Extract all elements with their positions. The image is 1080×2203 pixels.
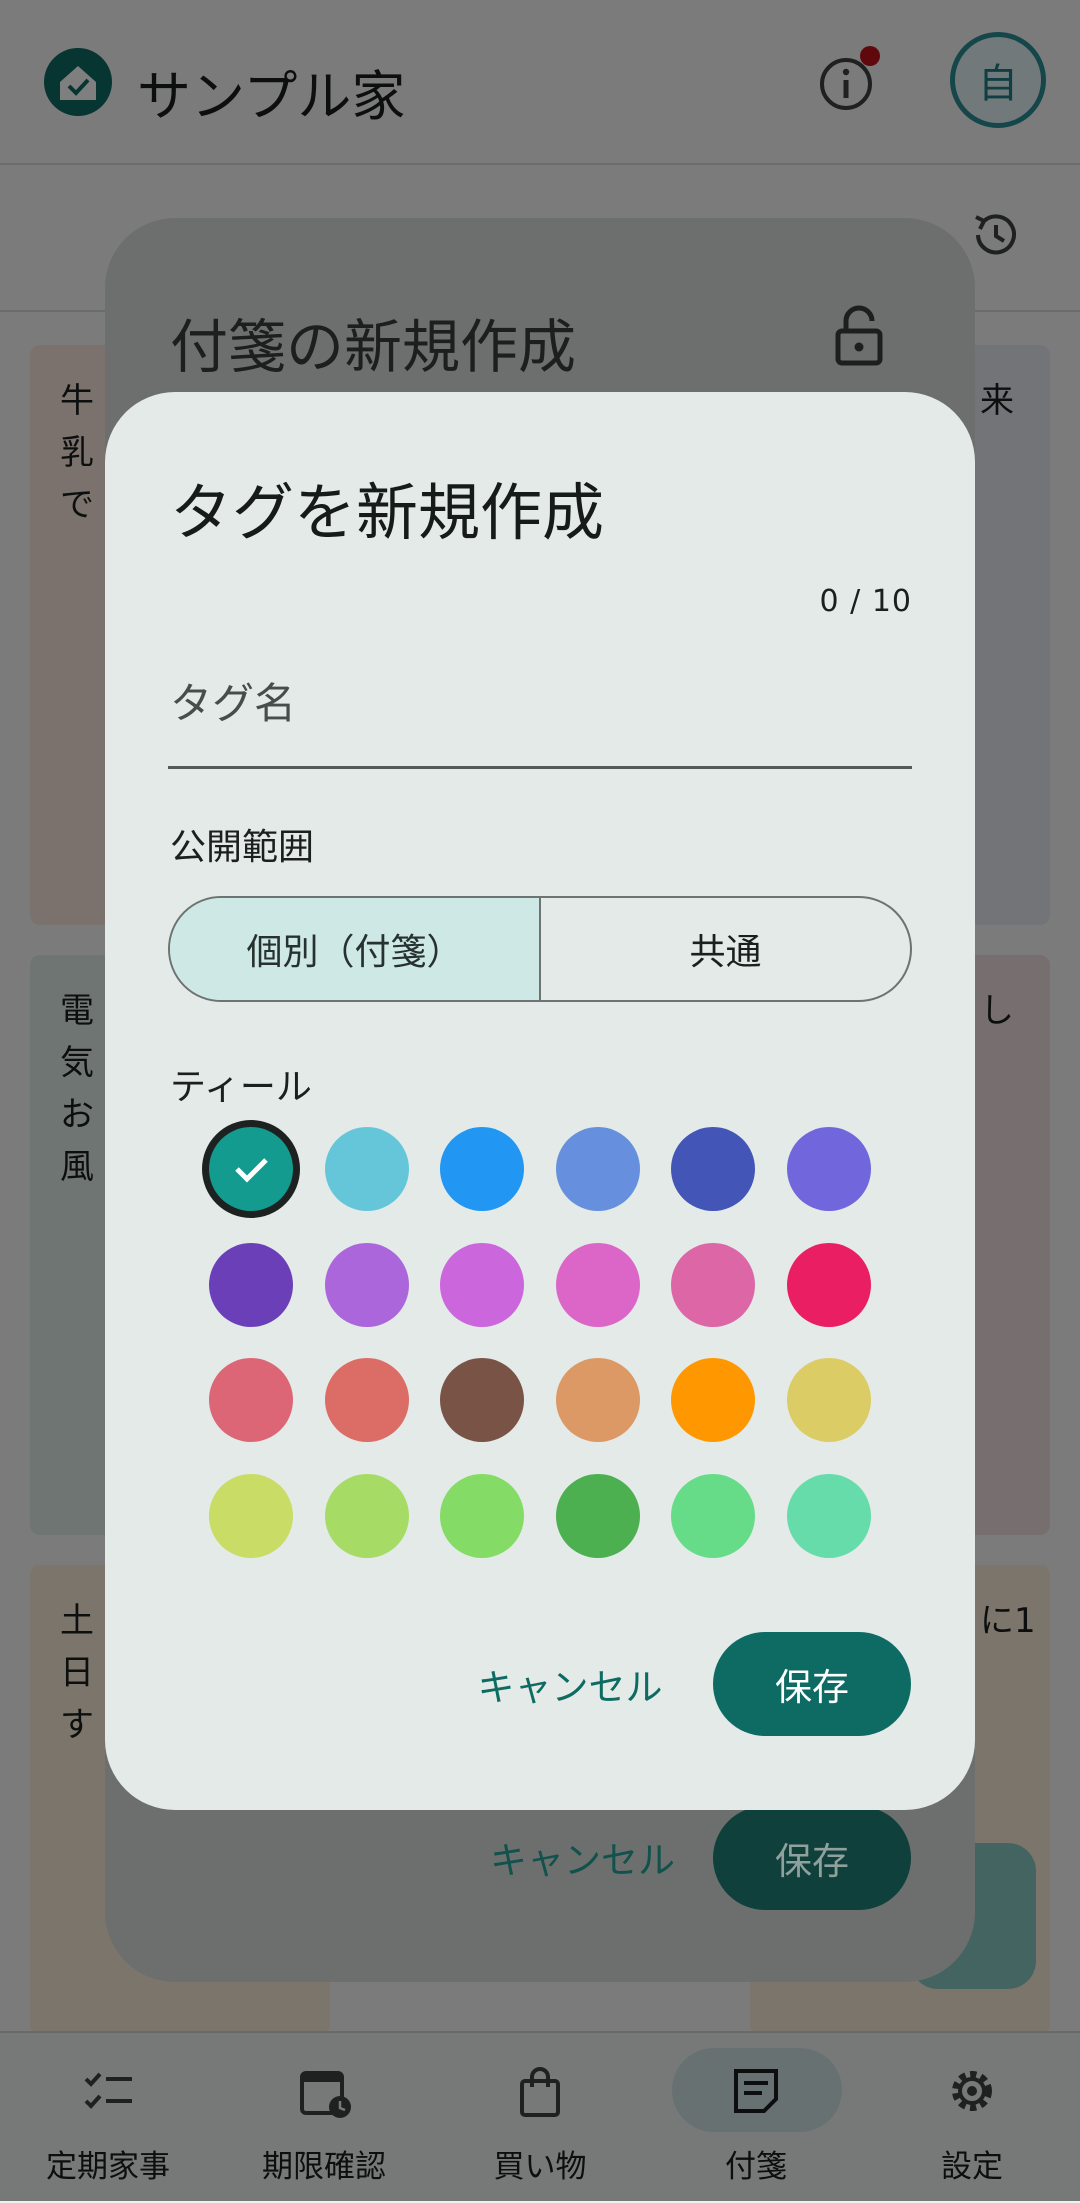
color-swatch[interactable] — [324, 1358, 409, 1442]
color-swatch[interactable] — [440, 1358, 524, 1442]
color-swatch[interactable] — [209, 1127, 293, 1211]
color-swatch[interactable] — [324, 1473, 409, 1558]
color-swatch[interactable] — [209, 1358, 293, 1442]
color-swatch[interactable] — [324, 1242, 409, 1327]
color-swatch[interactable] — [440, 1473, 524, 1558]
color-swatch[interactable] — [209, 1473, 293, 1558]
color-swatch[interactable] — [786, 1127, 871, 1211]
scope-option-shared[interactable]: 共通 — [541, 898, 910, 1000]
scope-segmented-control: 個別（付箋） 共通 — [168, 896, 912, 1002]
note-save-button[interactable]: 保存 — [713, 1806, 911, 1910]
color-swatch[interactable] — [555, 1242, 640, 1327]
color-swatch[interactable] — [786, 1242, 871, 1327]
char-counter: 0 / 10 — [819, 584, 912, 619]
color-swatch[interactable] — [671, 1358, 755, 1442]
scope-label: 公開範囲 — [170, 827, 315, 868]
scope-option-individual[interactable]: 個別（付箋） — [170, 898, 541, 1000]
color-swatch[interactable] — [786, 1473, 871, 1558]
note-cancel-button[interactable]: キャンセル — [490, 1830, 675, 1884]
color-swatch[interactable] — [324, 1127, 409, 1211]
tag-name-underline — [168, 766, 912, 769]
color-swatch[interactable] — [555, 1127, 640, 1211]
save-button[interactable]: 保存 — [713, 1632, 911, 1736]
selected-color-name: ティール — [170, 1067, 312, 1108]
cancel-button[interactable]: キャンセル — [460, 1632, 680, 1736]
color-swatch[interactable] — [555, 1473, 640, 1558]
color-swatch[interactable] — [786, 1358, 871, 1442]
tag-name-input[interactable]: タグ名 — [170, 670, 296, 731]
color-swatch[interactable] — [440, 1242, 524, 1327]
check-icon — [235, 1158, 268, 1183]
new-tag-dialog-title: タグを新規作成 — [170, 476, 605, 549]
color-swatch[interactable] — [440, 1127, 524, 1211]
color-swatch[interactable] — [209, 1242, 293, 1327]
color-swatch[interactable] — [671, 1127, 755, 1211]
color-swatch[interactable] — [555, 1358, 640, 1442]
new-note-dialog-title: 付箋の新規作成 — [170, 313, 577, 381]
lock-open-icon[interactable] — [832, 303, 886, 367]
color-swatch[interactable] — [671, 1242, 755, 1327]
color-swatch[interactable] — [671, 1473, 755, 1558]
